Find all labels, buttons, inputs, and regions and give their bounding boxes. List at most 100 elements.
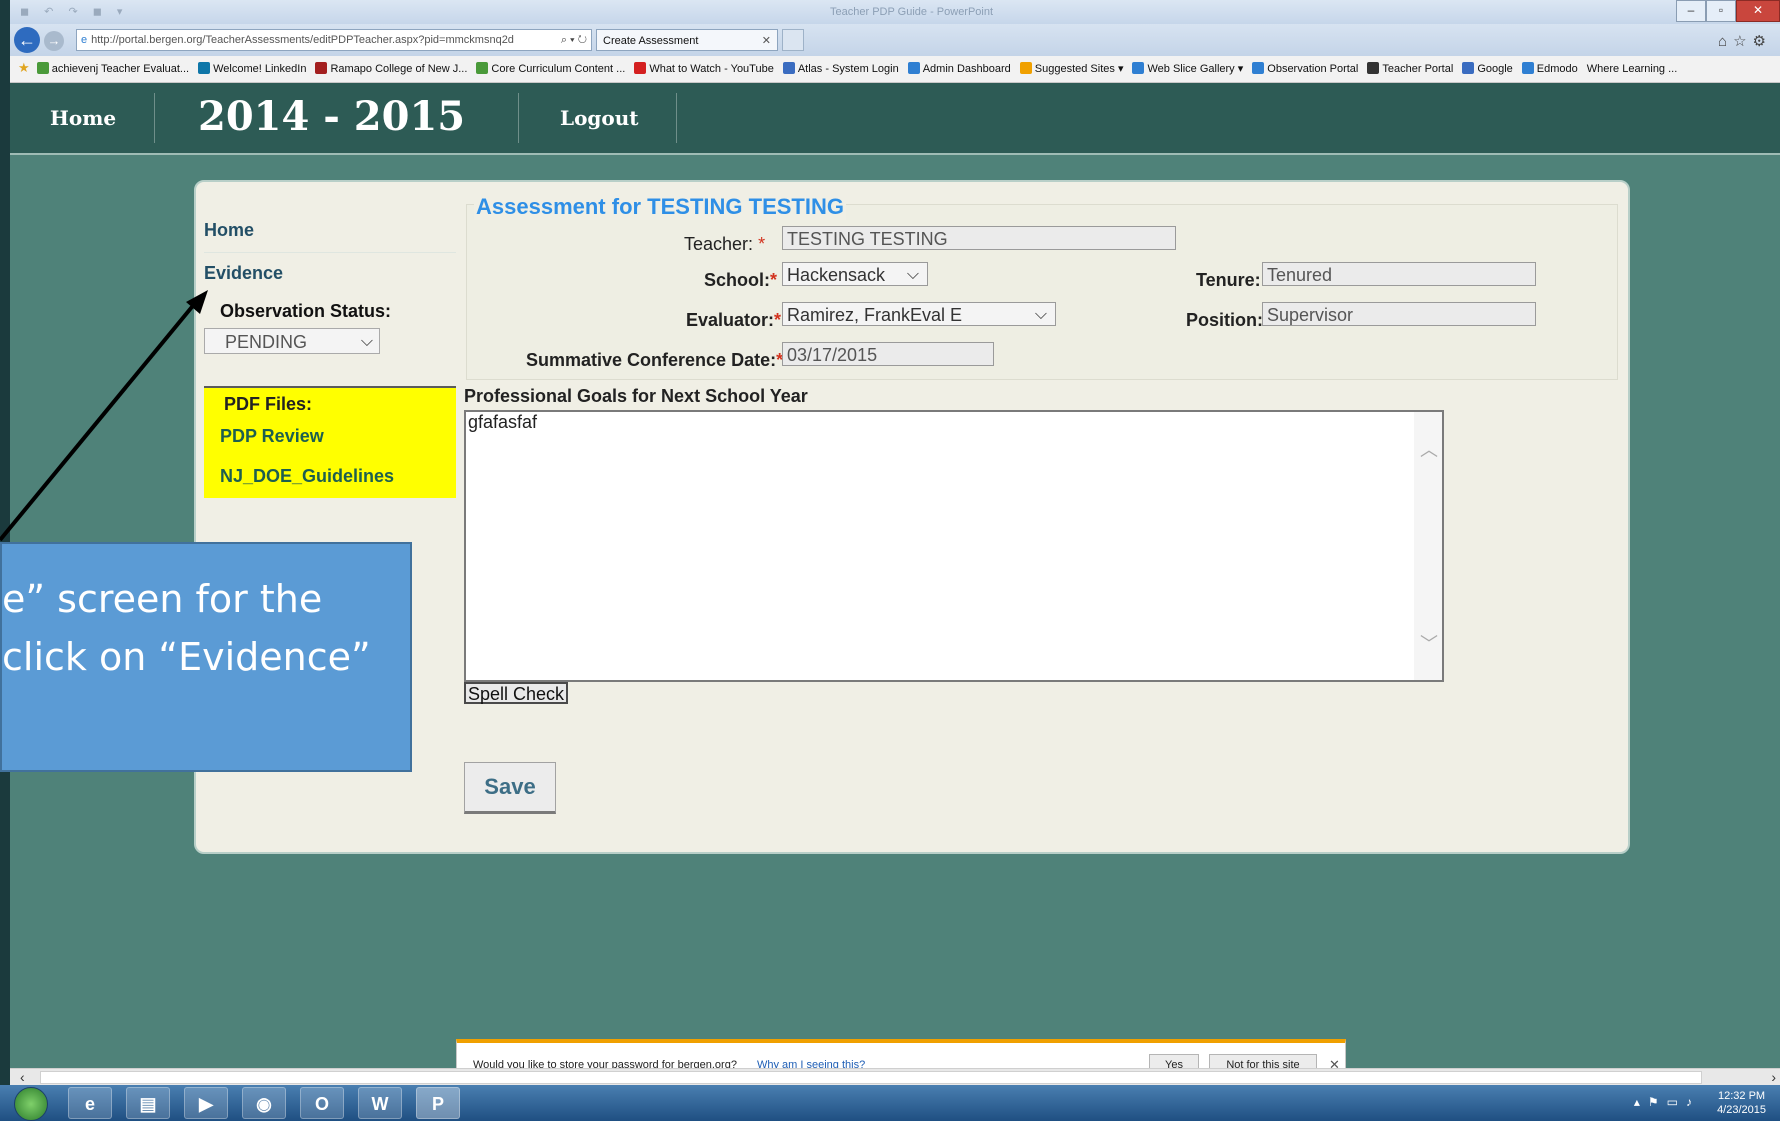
window-titlebar: ◼ ↶ ↷ ◼ ▾ Teacher PDP Guide - PowerPoint…: [10, 0, 1780, 24]
favorite-label: Atlas - System Login: [797, 63, 899, 75]
home-star-gear-icons[interactable]: ⌂☆⚙: [1718, 32, 1772, 50]
scroll-left-icon[interactable]: ‹: [20, 1069, 25, 1085]
tab-create-assessment[interactable]: Create Assessment ✕: [596, 29, 778, 51]
header-home-link[interactable]: Home: [50, 106, 116, 130]
header-separator: [676, 93, 677, 143]
school-label: School:*: [704, 270, 778, 290]
callout-line-1: e” screen for the: [2, 577, 323, 621]
favorite-item[interactable]: What to Watch - YouTube: [634, 56, 774, 82]
evaluator-value: Ramirez, FrankEval E: [787, 305, 963, 325]
outlook-taskbar-icon[interactable]: O: [300, 1087, 344, 1119]
evaluator-select[interactable]: Ramirez, FrankEval E ⌵: [782, 302, 1056, 326]
horizontal-scrollbar[interactable]: ‹ ›: [10, 1068, 1780, 1085]
sidebar-item-home[interactable]: Home: [204, 210, 456, 252]
url-text: http://portal.bergen.org/TeacherAssessme…: [91, 34, 514, 46]
favorite-label: Admin Dashboard: [922, 63, 1011, 75]
teacher-field[interactable]: TESTING TESTING: [782, 226, 1176, 250]
word-taskbar-icon[interactable]: W: [358, 1087, 402, 1119]
clock-time: 12:32 PM: [1717, 1090, 1766, 1102]
header-separator: [518, 93, 519, 143]
favorite-icon: [782, 62, 795, 74]
favorite-item[interactable]: Observation Portal: [1252, 56, 1358, 82]
conference-date-field[interactable]: 03/17/2015: [782, 342, 994, 366]
position-label: Position:: [1186, 310, 1263, 330]
favorites-star-icon[interactable]: ★: [18, 60, 30, 75]
observation-status-select[interactable]: PENDING ⌵: [204, 328, 380, 354]
goals-text: gfafasfaf: [468, 412, 538, 432]
maximize-button[interactable]: ▫: [1706, 0, 1736, 22]
favorite-icon: [634, 62, 647, 74]
favorite-label: What to Watch - YouTube: [649, 63, 774, 75]
favorite-item[interactable]: Atlas - System Login: [782, 56, 899, 82]
back-button[interactable]: ←: [14, 27, 40, 53]
annotation-arrow: [0, 290, 208, 542]
favorite-item[interactable]: Suggested Sites ▾: [1019, 56, 1124, 82]
explorer-taskbar-icon[interactable]: ▤: [126, 1087, 170, 1119]
quick-access-toolbar[interactable]: ◼ ↶ ↷ ◼ ▾: [20, 5, 128, 18]
chrome-taskbar-icon[interactable]: ◉: [242, 1087, 286, 1119]
minimize-button[interactable]: –: [1676, 0, 1706, 22]
scroll-up-icon[interactable]: ︿: [1420, 436, 1438, 462]
favorite-icon: [36, 62, 49, 74]
position-field[interactable]: Supervisor: [1262, 302, 1536, 326]
callout-line-2: click on “Evidence”: [2, 635, 371, 679]
close-button[interactable]: ✕: [1736, 0, 1780, 22]
favorite-label: Suggested Sites ▾: [1034, 63, 1124, 75]
media-player-taskbar-icon[interactable]: ▶: [184, 1087, 228, 1119]
forward-button[interactable]: →: [44, 31, 64, 51]
favorite-item[interactable]: achievenj Teacher Evaluat...: [36, 56, 190, 82]
favorite-icon: [1367, 62, 1380, 74]
form-title: Assessment for TESTING TESTING: [474, 194, 846, 220]
save-button[interactable]: Save: [464, 762, 556, 814]
favorite-item[interactable]: Welcome! LinkedIn: [198, 56, 306, 82]
favorite-item[interactable]: Edmodo: [1521, 56, 1578, 82]
goals-scrollbar[interactable]: ︿ ﹀: [1414, 412, 1442, 680]
favorite-icon: [1462, 62, 1475, 74]
favorite-item[interactable]: Admin Dashboard: [907, 56, 1011, 82]
spell-check-button[interactable]: Spell Check: [464, 682, 569, 704]
favorite-item[interactable]: Google: [1462, 56, 1513, 82]
favorite-icon: [1019, 62, 1032, 74]
favorite-item[interactable]: Web Slice Gallery ▾: [1132, 56, 1243, 82]
search-refresh-icons[interactable]: ⌕ ▾ ↻: [561, 30, 587, 50]
ie-taskbar-icon[interactable]: e: [68, 1087, 112, 1119]
favorite-item[interactable]: Ramapo College of New J...: [315, 56, 467, 82]
header-logout-link[interactable]: Logout: [560, 106, 639, 130]
favorite-item[interactable]: Teacher Portal: [1367, 56, 1453, 82]
teacher-label: Teacher: *: [684, 234, 766, 254]
scroll-down-icon[interactable]: ﹀: [1420, 630, 1438, 656]
pdf-link-pdp-review[interactable]: PDP Review: [220, 426, 324, 447]
favorite-label: Google: [1477, 63, 1513, 75]
favorite-item[interactable]: Core Curriculum Content ...: [476, 56, 625, 82]
tenure-label: Tenure:: [1196, 270, 1261, 290]
start-button[interactable]: [14, 1087, 48, 1121]
favorite-icon: [315, 62, 328, 74]
powerpoint-taskbar-icon[interactable]: P: [416, 1087, 460, 1119]
favorite-label: achievenj Teacher Evaluat...: [51, 63, 190, 75]
favorite-icon: [1521, 62, 1534, 74]
system-tray-icons[interactable]: ▴⚑▭♪: [1634, 1095, 1700, 1109]
favorite-label: Teacher Portal: [1382, 63, 1454, 75]
evaluator-label: Evaluator:*: [686, 310, 782, 330]
goals-textarea[interactable]: gfafasfaf ︿ ﹀: [464, 410, 1444, 682]
annotation-callout: e” screen for the click on “Evidence”: [0, 542, 412, 772]
scroll-thumb[interactable]: [40, 1071, 1702, 1084]
tenure-field[interactable]: Tenured: [1262, 262, 1536, 286]
goals-label: Professional Goals for Next School Year: [464, 386, 808, 406]
chevron-down-icon: ⌵: [906, 266, 919, 283]
sidebar-item-evidence[interactable]: Evidence: [204, 252, 456, 295]
scroll-right-icon[interactable]: ›: [1771, 1069, 1776, 1085]
favorite-label: Ramapo College of New J...: [330, 63, 468, 75]
favorite-label: Core Curriculum Content ...: [491, 63, 626, 75]
favorite-icon: [476, 62, 489, 74]
browser-navbar: ← → e http://portal.bergen.org/TeacherAss…: [10, 24, 1780, 56]
school-select[interactable]: Hackensack ⌵: [782, 262, 928, 286]
pdf-link-nj-doe-guidelines[interactable]: NJ_DOE_Guidelines: [220, 466, 394, 487]
clock[interactable]: 12:32 PM 4/23/2015: [1717, 1089, 1766, 1117]
new-tab-button[interactable]: [782, 29, 804, 51]
tab-close-icon[interactable]: ✕: [762, 30, 771, 52]
favorite-item[interactable]: Where Learning ...: [1587, 56, 1678, 82]
address-bar[interactable]: e http://portal.bergen.org/TeacherAssessm…: [76, 29, 592, 51]
school-value: Hackensack: [787, 265, 886, 285]
conference-date-label: Summative Conference Date:*: [526, 350, 784, 370]
